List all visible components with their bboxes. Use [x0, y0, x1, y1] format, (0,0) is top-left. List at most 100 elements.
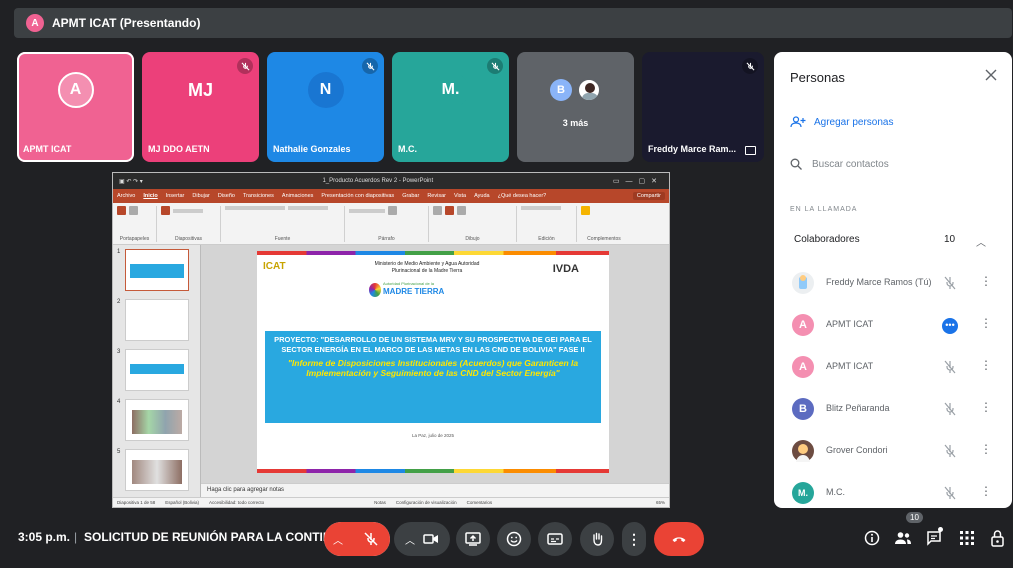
menu-item[interactable]: Diseño	[218, 193, 235, 199]
status-language: Español (Bolivia)	[165, 500, 200, 505]
more-options-icon[interactable]: ⋮	[980, 484, 992, 498]
slide-thumbnail[interactable]: 2	[117, 299, 197, 343]
person-row[interactable]: Grover Condori ⋮	[792, 436, 1002, 466]
mic-off-icon[interactable]	[944, 486, 956, 500]
person-row[interactable]: A APMT ICAT ••• ⋮	[792, 310, 1002, 340]
ppt-share-button[interactable]: Compartir	[632, 192, 665, 200]
person-name: APMT ICAT	[826, 361, 874, 371]
reactions-button[interactable]	[497, 522, 531, 556]
ribbon-group-label: Diapositivas	[175, 236, 202, 242]
paste-icon[interactable]	[117, 206, 126, 215]
menu-item[interactable]: Insertar	[166, 193, 185, 199]
menu-item[interactable]: Vista	[454, 193, 466, 199]
video-camera-icon	[423, 534, 438, 544]
mic-off-icon[interactable]	[944, 402, 956, 416]
quick-styles-icon[interactable]	[457, 206, 466, 215]
new-slide-icon[interactable]	[161, 206, 170, 215]
present-button[interactable]	[456, 522, 490, 556]
shapes-icon[interactable]	[433, 206, 442, 215]
menu-item[interactable]: Inicio	[143, 193, 157, 199]
menu-item[interactable]: Transiciones	[243, 193, 274, 199]
mic-off-icon[interactable]	[944, 444, 956, 458]
slide-thumbnail[interactable]: 4	[117, 399, 197, 443]
more-options-icon[interactable]: ⋮	[980, 274, 992, 288]
captions-icon	[547, 533, 563, 545]
ribbon-group: Párrafo	[349, 206, 429, 242]
status-zoom[interactable]: 65%	[656, 500, 665, 505]
menu-item[interactable]: Ayuda	[474, 193, 490, 199]
participant-tile[interactable]: Freddy Marce Ram...	[642, 52, 764, 162]
captions-button[interactable]	[538, 522, 572, 556]
person-row[interactable]: M. M.C. ⋮	[792, 478, 1002, 508]
menu-item[interactable]: Revisar	[427, 193, 446, 199]
avatar: A	[792, 356, 814, 378]
status-accessibility[interactable]: Accesibilidad: todo correcto	[209, 500, 264, 505]
avatar: B	[792, 398, 814, 420]
more-options-icon[interactable]: ⋮	[980, 316, 992, 330]
person-row[interactable]: B Blitz Peñaranda ⋮	[792, 394, 1002, 424]
copy-icon[interactable]	[129, 206, 138, 215]
presenting-title: APMT ICAT (Presentando)	[52, 16, 201, 30]
notes-pane[interactable]: Haga clic para agregar notas	[201, 483, 669, 497]
chevron-up-icon[interactable]: ︿	[405, 532, 415, 547]
participant-name: M.C.	[398, 144, 417, 154]
window-controls-icon: ▭—▢✕	[612, 178, 663, 185]
close-icon[interactable]	[984, 68, 998, 82]
camera-toggle-button[interactable]: ︿	[394, 522, 450, 556]
participant-tile[interactable]: MJ MJ DDO AETN	[142, 52, 259, 162]
menu-item[interactable]: Animaciones	[282, 193, 314, 199]
menu-item[interactable]: Grabar	[402, 193, 419, 199]
chat-icon[interactable]	[926, 530, 942, 546]
arrange-icon[interactable]	[445, 206, 454, 215]
status-notes[interactable]: Notas	[374, 500, 386, 505]
person-row[interactable]: A APMT ICAT ⋮	[792, 352, 1002, 382]
menu-item[interactable]: Presentación con diapositivas	[321, 193, 394, 199]
slide-canvas[interactable]: ICAT Ministerio de Medio Ambiente y Agua…	[201, 245, 669, 497]
participant-tile[interactable]: A APMT ICAT	[17, 52, 134, 162]
person-name: Grover Condori	[826, 445, 888, 455]
pip-icon[interactable]	[745, 146, 756, 155]
leave-call-button[interactable]	[654, 522, 704, 556]
person-photo-icon	[577, 78, 601, 102]
participant-tile[interactable]: M. M.C.	[392, 52, 509, 162]
participant-tile[interactable]: N Nathalie Gonzales	[267, 52, 384, 162]
more-options-icon[interactable]: ⋮	[980, 400, 992, 414]
more-options-icon[interactable]: ⋮	[980, 358, 992, 372]
menu-item[interactable]: ¿Qué desea hacer?	[498, 193, 547, 199]
chevron-up-icon[interactable]: ︿	[976, 234, 986, 249]
menu-item[interactable]: Archivo	[117, 193, 135, 199]
person-name: Freddy Marce Ramos (Tú)	[826, 277, 932, 287]
more-participants-tile[interactable]: B 3 más	[517, 52, 634, 162]
more-count-label: 3 más	[562, 118, 589, 128]
more-options-button[interactable]: ⋮	[622, 522, 646, 556]
chat-notification-dot	[938, 527, 943, 532]
hand-icon	[593, 532, 603, 546]
more-options-icon[interactable]: ⋮	[980, 442, 992, 456]
ministry-text: Ministerio de Medio Ambiente y Agua Auto…	[374, 261, 480, 274]
people-panel-title: Personas	[790, 70, 845, 85]
search-contacts-field[interactable]: Buscar contactos	[790, 158, 889, 170]
mic-off-icon[interactable]	[944, 360, 956, 374]
menu-item[interactable]: Dibujar	[192, 193, 209, 199]
add-people-button[interactable]: Agregar personas	[790, 116, 894, 128]
slide-thumbnail[interactable]: 1	[117, 249, 197, 293]
people-icon[interactable]	[894, 530, 912, 546]
apps-grid-icon[interactable]	[960, 531, 974, 545]
collaborators-section[interactable]: Colaboradores	[794, 234, 860, 245]
slide-thumbnail[interactable]: 3	[117, 349, 197, 393]
host-controls-lock-icon[interactable]	[990, 529, 1006, 547]
raise-hand-button[interactable]	[580, 522, 614, 556]
status-display-settings[interactable]: Configuración de visualización	[396, 500, 457, 505]
current-slide[interactable]: ICAT Ministerio de Medio Ambiente y Agua…	[257, 251, 609, 473]
chevron-up-icon[interactable]: ︿	[333, 532, 343, 547]
mic-off-icon[interactable]	[944, 276, 956, 290]
person-row[interactable]: Freddy Marce Ramos (Tú) ⋮	[792, 268, 1002, 298]
addins-icon[interactable]	[581, 206, 590, 215]
person-name: APMT ICAT	[826, 319, 874, 329]
slide-thumbnail[interactable]: 5	[117, 449, 197, 493]
speaking-indicator-icon: •••	[942, 318, 958, 334]
ribbon-group: Edición	[521, 206, 577, 242]
info-icon[interactable]	[864, 530, 880, 546]
status-comments[interactable]: Comentarios	[467, 500, 493, 505]
mic-toggle-button[interactable]: ︿	[324, 522, 390, 556]
